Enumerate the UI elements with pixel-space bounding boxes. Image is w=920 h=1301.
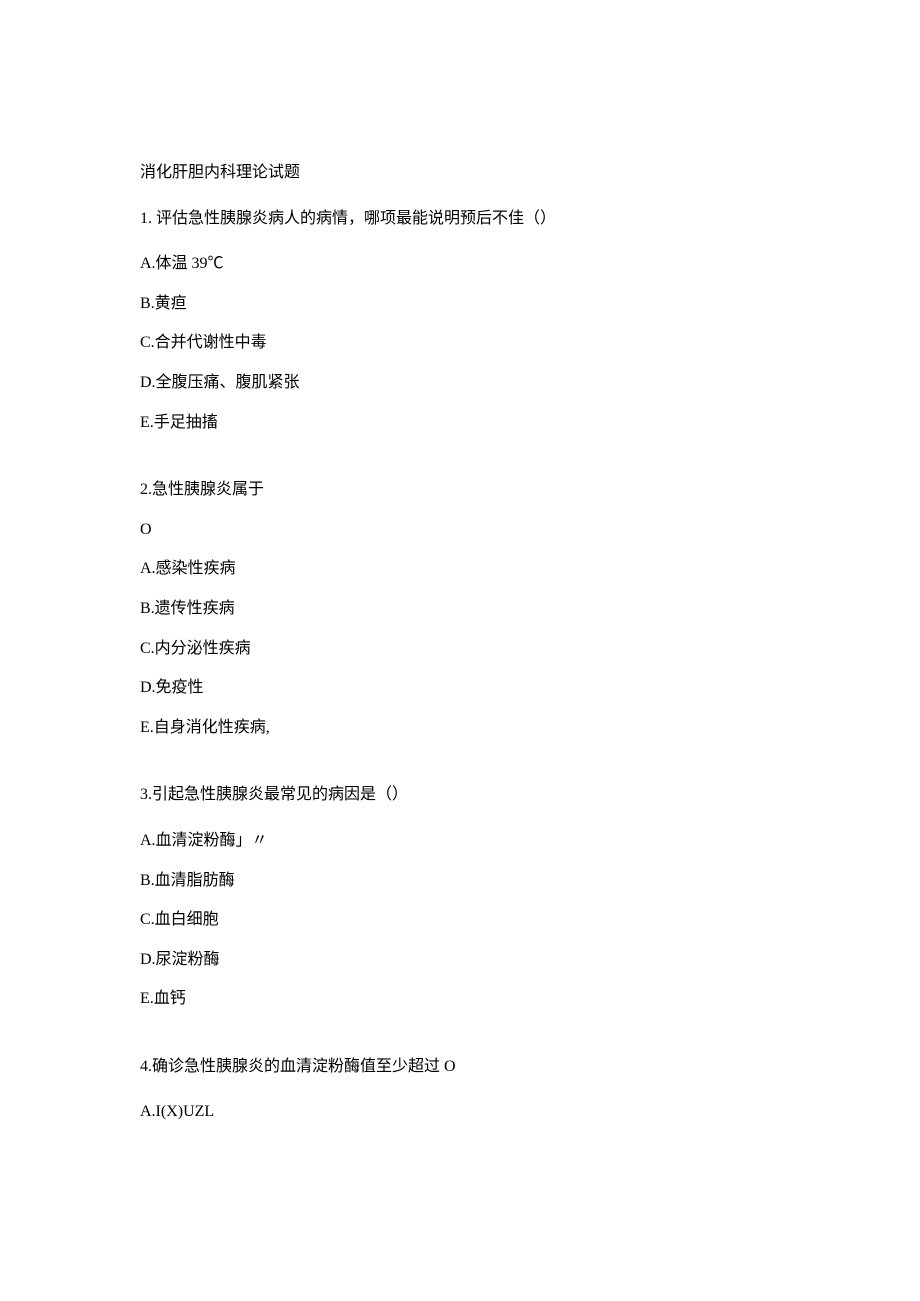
spacer [140, 754, 780, 782]
question-stem-line2: O [140, 517, 780, 543]
question-stem: 1. 评估急性胰腺炎病人的病情，哪项最能说明预后不佳（） [140, 206, 780, 232]
question-option: D.全腹压痛、腹肌紧张 [140, 370, 780, 396]
question-option: D.免疫性 [140, 675, 780, 701]
question-option: D.尿淀粉酶 [140, 947, 780, 973]
question-option: C.血白细胞 [140, 907, 780, 933]
question-option: E.血钙 [140, 986, 780, 1012]
question-option: B.黄疸 [140, 291, 780, 317]
question-option: B.血清脂肪酶 [140, 868, 780, 894]
question-stem: 3.引起急性胰腺炎最常见的病因是（） [140, 782, 780, 808]
spacer [140, 1026, 780, 1054]
question-stem: 2.急性胰腺炎属于 [140, 477, 780, 503]
question-option: A.感染性疾病 [140, 556, 780, 582]
document-content: 消化肝胆内科理论试题 1. 评估急性胰腺炎病人的病情，哪项最能说明预后不佳（） … [140, 160, 780, 1125]
question-option: B.遗传性疾病 [140, 596, 780, 622]
spacer [140, 449, 780, 477]
question-option: E.手足抽搐 [140, 410, 780, 436]
question-option: A.血清淀粉酶」〃 [140, 828, 780, 854]
question-option: A.体温 39℃ [140, 251, 780, 277]
question-option: C.合并代谢性中毒 [140, 330, 780, 356]
question-stem: 4.确诊急性胰腺炎的血清淀粉酶值至少超过 O [140, 1054, 780, 1080]
question-option: C.内分泌性疾病 [140, 636, 780, 662]
question-option: A.I(X)UZL [140, 1099, 780, 1125]
question-option: E.自身消化性疾病, [140, 715, 780, 741]
document-title: 消化肝胆内科理论试题 [140, 160, 780, 186]
